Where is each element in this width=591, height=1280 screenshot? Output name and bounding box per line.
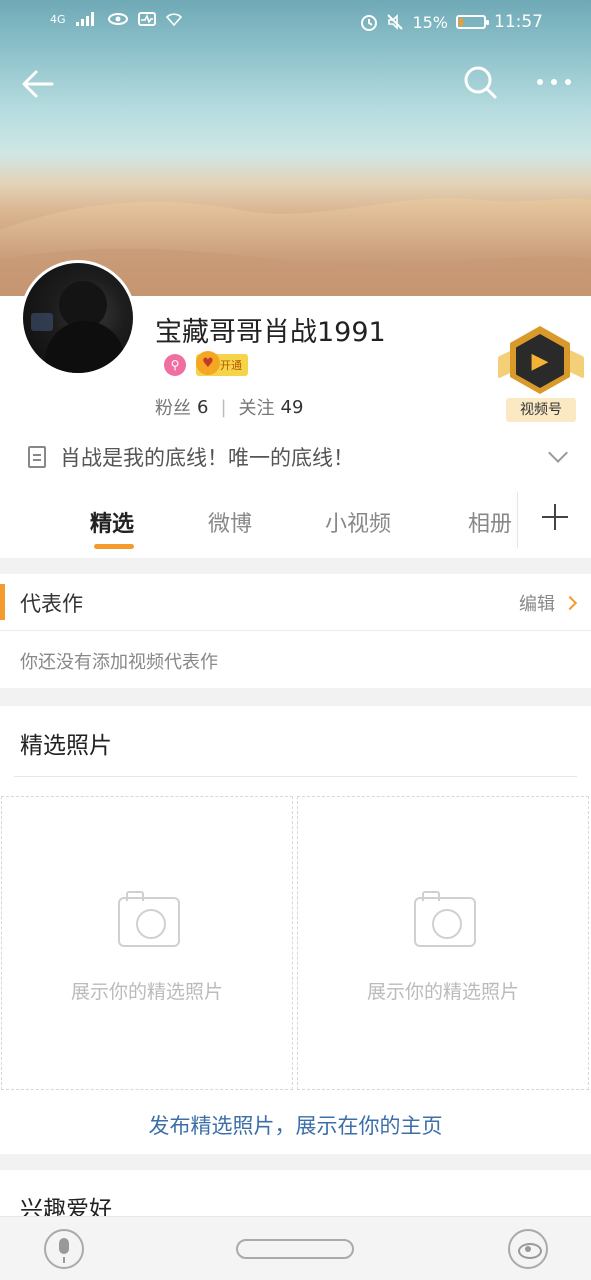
more-dot-icon <box>537 79 543 85</box>
fans-count[interactable]: 6 <box>197 397 208 418</box>
profile-tabs: 精选 微博 小视频 相册 <box>0 492 591 558</box>
vip-badge[interactable]: ♥ 开通 <box>196 351 248 376</box>
signal-icon <box>75 12 94 26</box>
alarm-icon <box>361 15 378 31</box>
search-button[interactable] <box>460 62 500 102</box>
tab-weibo[interactable]: 微博 <box>208 506 252 538</box>
bio-row[interactable]: 肖战是我的底线！唯一的底线！ <box>28 442 573 472</box>
activity-icon <box>137 12 156 26</box>
search-icon <box>464 66 497 99</box>
magnify-badge-icon[interactable]: ⚲ <box>164 354 186 376</box>
eye-icon[interactable] <box>508 1229 548 1269</box>
clock: 11:57 <box>494 12 543 32</box>
wifi-icon <box>165 13 182 26</box>
system-nav-bar <box>0 1216 591 1280</box>
divider <box>14 776 577 777</box>
bio-text: 肖战是我的底线！唯一的底线！ <box>60 446 354 470</box>
avatar[interactable] <box>20 260 136 376</box>
tab-divider <box>517 492 518 548</box>
document-icon <box>28 446 46 468</box>
video-account-badge[interactable]: ▶ 视频号 <box>496 326 586 422</box>
tab-active-indicator <box>94 544 134 549</box>
photo-slot-1[interactable]: 展示你的精选照片 <box>1 796 293 1090</box>
chevron-down-icon[interactable] <box>548 443 568 463</box>
network-label: 4G <box>50 12 66 26</box>
battery-icon <box>456 15 489 29</box>
section-accent-bar <box>0 584 5 620</box>
video-badge-label: 视频号 <box>506 398 576 422</box>
eye-comfort-icon <box>107 13 128 25</box>
add-tab-button[interactable] <box>540 502 570 532</box>
mute-icon <box>387 14 404 30</box>
status-bar: 4G 15% 11:57 <box>0 0 591 46</box>
chevron-right-icon <box>562 595 578 611</box>
tab-short-video[interactable]: 小视频 <box>325 506 391 538</box>
camera-icon <box>118 891 180 947</box>
camera-icon <box>414 891 476 947</box>
representative-works-section: 代表作 编辑 你还没有添加视频代表作 <box>0 574 591 688</box>
counts-divider: | <box>220 396 227 418</box>
microphone-icon[interactable] <box>44 1229 84 1269</box>
photo-slot-caption: 展示你的精选照片 <box>366 981 519 1003</box>
following-count[interactable]: 49 <box>281 397 304 418</box>
publish-photos-link[interactable]: 发布精选照片，展示在你的主页 <box>0 1110 591 1140</box>
back-button[interactable] <box>18 64 58 104</box>
home-pill-button[interactable] <box>236 1239 354 1259</box>
more-dot-icon <box>565 79 571 85</box>
battery-percent: 15% <box>412 12 448 32</box>
profile-card: 宝藏哥哥肖战1991 ⚲ ♥ 开通 粉丝 6 | 关注 49 ▶ 视频号 肖战是… <box>0 260 591 558</box>
crown-icon: ♥ <box>196 351 220 375</box>
more-dot-icon <box>551 79 557 85</box>
tab-featured[interactable]: 精选 <box>90 506 134 538</box>
vip-badge-label: 开通 <box>220 359 242 372</box>
tab-album[interactable]: 相册 <box>468 506 512 538</box>
profile-name: 宝藏哥哥肖战1991 <box>155 317 386 348</box>
follow-counts: 粉丝 6 | 关注 49 <box>155 394 303 420</box>
divider <box>0 630 591 631</box>
featured-photos-section: 精选照片 展示你的精选照片 展示你的精选照片 发布精选照片，展示在你的主页 <box>0 706 591 1154</box>
photo-slot-2[interactable]: 展示你的精选照片 <box>297 796 589 1090</box>
photos-title: 精选照片 <box>20 733 112 759</box>
works-edit-button[interactable]: 编辑 <box>519 590 578 616</box>
works-empty-text: 你还没有添加视频代表作 <box>20 652 218 673</box>
works-title: 代表作 <box>20 592 83 616</box>
fans-label[interactable]: 粉丝 <box>155 394 191 420</box>
more-button[interactable] <box>530 62 578 102</box>
badge-row: ⚲ ♥ 开通 <box>164 351 248 376</box>
cover-image[interactable]: 4G 15% 11:57 <box>0 0 591 296</box>
back-arrow-icon <box>22 70 54 98</box>
following-label[interactable]: 关注 <box>239 394 275 420</box>
photo-slot-caption: 展示你的精选照片 <box>70 981 223 1003</box>
edit-label: 编辑 <box>519 594 555 615</box>
top-nav <box>0 58 591 108</box>
